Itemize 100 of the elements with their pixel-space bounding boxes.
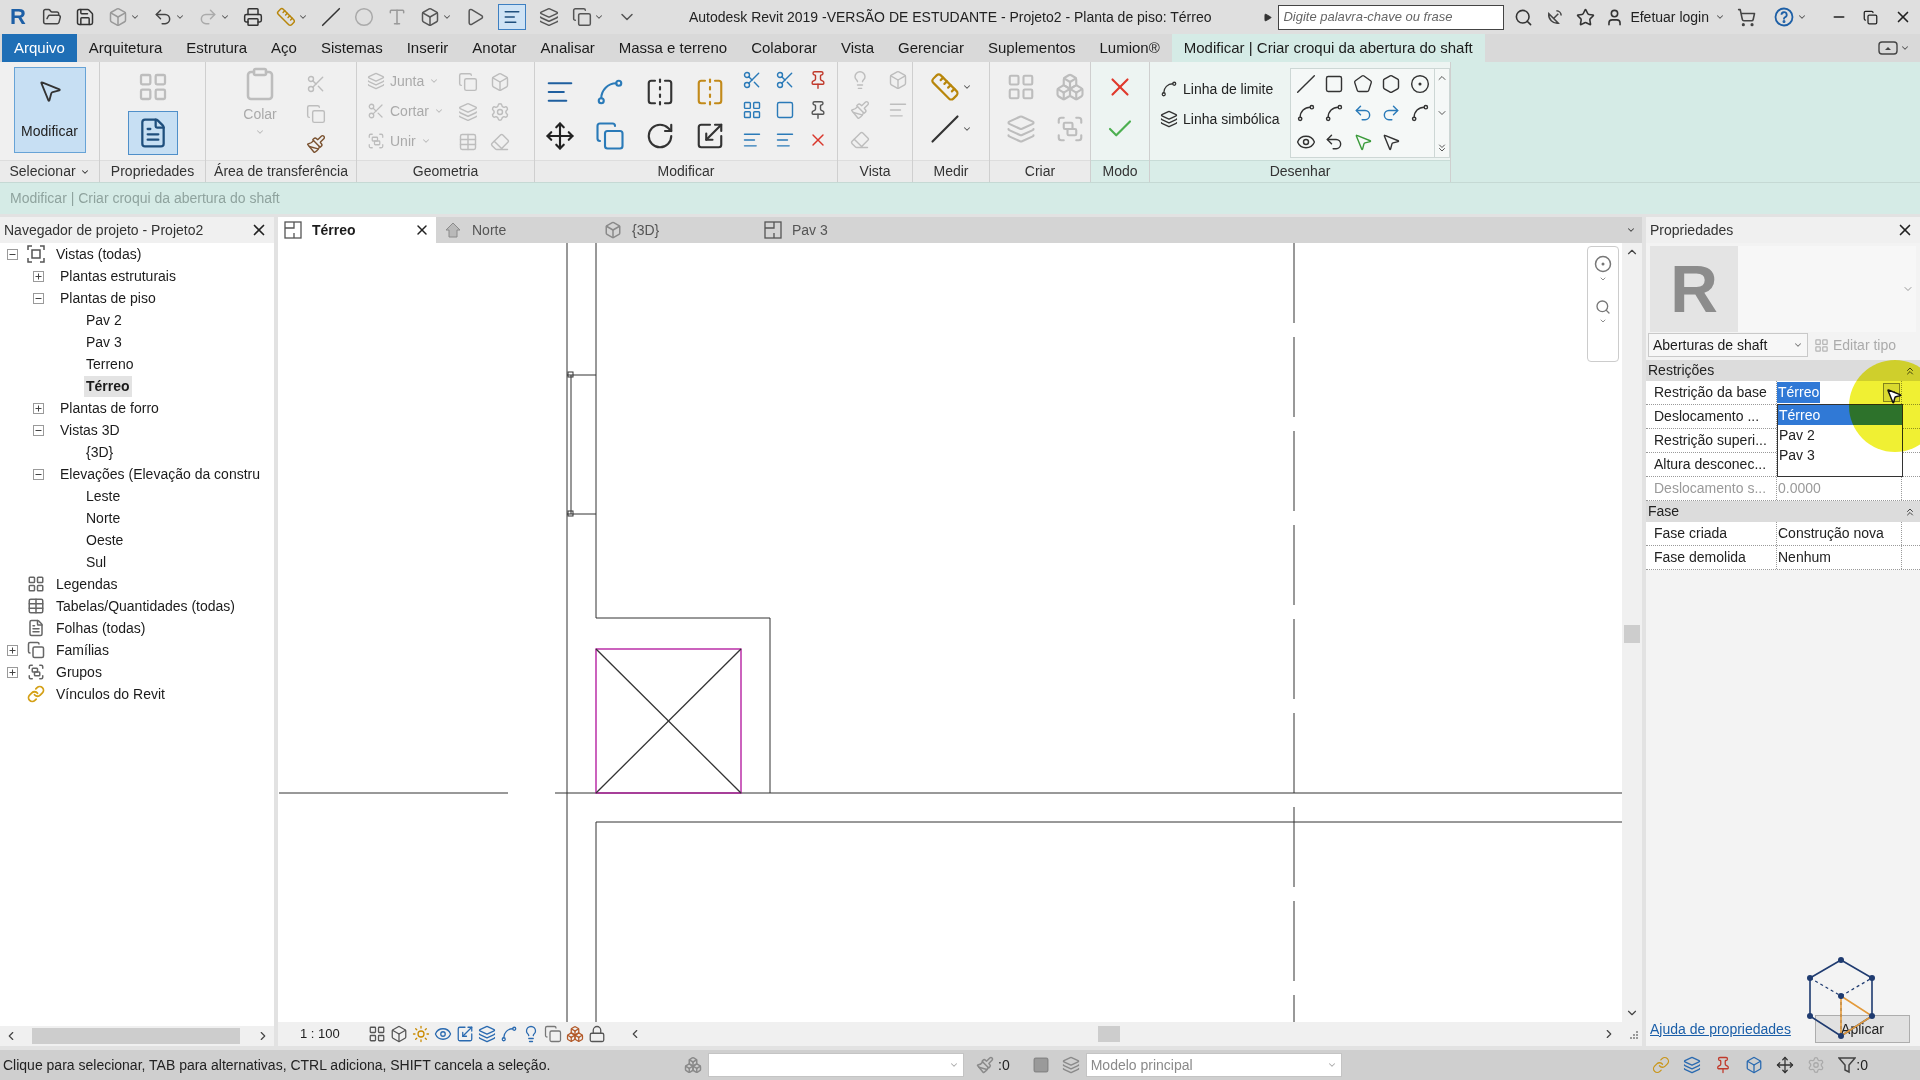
tree-item[interactable]: Grupos [54, 661, 104, 683]
star-icon[interactable] [1576, 7, 1596, 27]
dropdown-option[interactable]: Pav 3 [1778, 445, 1816, 465]
ribbon-tab[interactable]: Aço [259, 34, 309, 62]
rectangle-icon[interactable] [1324, 74, 1345, 94]
funnel-icon[interactable] [1838, 1056, 1857, 1074]
minus-box-icon[interactable] [32, 292, 44, 304]
printer-icon[interactable] [242, 7, 263, 27]
tree-item[interactable]: Vistas (todas) [54, 243, 144, 265]
ribbon-button[interactable]: Linha simbólica [1158, 106, 1282, 132]
resize-grip-icon[interactable] [1628, 1029, 1638, 1039]
layers-icon[interactable] [538, 7, 559, 27]
ribbon-tab[interactable]: Sistemas [308, 34, 395, 62]
circle-dot-icon[interactable] [1594, 255, 1612, 273]
cart-icon[interactable] [1737, 7, 1756, 27]
square-icon[interactable] [1031, 1056, 1050, 1074]
ribbon-button[interactable]: Linha de limite [1158, 76, 1282, 102]
tree-item[interactable]: Legendas [54, 573, 120, 595]
dish-icon[interactable] [1545, 7, 1565, 27]
property-value[interactable]: Construção nova [1777, 523, 1885, 544]
spline-icon[interactable] [1410, 103, 1431, 123]
ribbon-button[interactable] [127, 111, 178, 155]
move-arrows-icon[interactable] [545, 121, 575, 151]
tree-item[interactable]: Terreno [84, 353, 136, 375]
app-logo[interactable]: R [10, 6, 26, 28]
navigation-bar[interactable] [1587, 246, 1619, 362]
tree-item[interactable]: Sul [84, 551, 109, 573]
tree-item[interactable]: Vistas 3D [58, 419, 122, 441]
ribbon-tab[interactable]: Vista [829, 34, 887, 62]
line-icon[interactable] [930, 114, 960, 144]
tree-item[interactable]: Tabelas/Quantidades (todas) [54, 595, 237, 617]
view-tab[interactable]: Térreo [278, 217, 436, 243]
cube-icon[interactable] [1745, 1056, 1764, 1074]
ribbon-tab[interactable]: Anotar [460, 34, 529, 62]
spline-icon[interactable] [1324, 103, 1345, 123]
dropdown-option[interactable]: Pav 2 [1778, 425, 1816, 445]
help-icon[interactable] [1774, 7, 1794, 27]
tree-item[interactable]: Pav 2 [84, 309, 124, 331]
cubes-icon[interactable] [566, 1025, 584, 1043]
spline-icon[interactable] [1295, 103, 1316, 123]
scrollbar-thumb[interactable] [1624, 625, 1640, 643]
ribbon-tab[interactable]: Modificar | Criar croqui da abertura do shaft [1171, 34, 1485, 62]
paintbrush-icon[interactable] [306, 134, 326, 154]
ribbon-tab[interactable]: Suplementos [975, 34, 1088, 62]
grid-icon[interactable] [742, 100, 762, 120]
scissors-icon[interactable] [775, 70, 795, 90]
property-value[interactable]: Térreo [1777, 382, 1821, 403]
lock-icon[interactable] [588, 1025, 606, 1043]
ribbon-tab[interactable]: Estrutura [174, 34, 260, 62]
tree-item[interactable]: {3D} [84, 441, 116, 463]
scaling-icon[interactable] [456, 1025, 474, 1043]
scaling-icon[interactable] [695, 121, 725, 151]
shaft-sketch[interactable] [595, 648, 742, 794]
panel-toggle-icon[interactable] [1878, 41, 1898, 55]
cube-icon[interactable] [419, 7, 440, 27]
grid-icon[interactable] [368, 1025, 386, 1043]
scale-label[interactable]: 1 : 100 [300, 1024, 364, 1044]
tree-item[interactable]: Oeste [84, 529, 126, 551]
restore-icon[interactable] [1863, 9, 1878, 25]
plus-box-icon[interactable] [6, 644, 18, 656]
tree-item[interactable]: Plantas de forro [58, 397, 161, 419]
login-link[interactable]: Efetuar login [1630, 6, 1709, 28]
align-left-icon[interactable] [775, 130, 795, 150]
layers-icon[interactable] [1160, 110, 1178, 128]
cube-icon[interactable] [390, 1025, 408, 1043]
ribbon-tab[interactable]: Gerenciar [886, 34, 976, 62]
mouse-pointer-icon[interactable] [1381, 132, 1402, 152]
folder-icon[interactable] [41, 7, 62, 27]
line-icon[interactable] [1295, 74, 1316, 94]
zoom-icon[interactable] [1595, 299, 1611, 315]
property-value[interactable]: Nenhum [1777, 547, 1832, 568]
copy-icon[interactable] [595, 121, 625, 151]
pentagon-icon[interactable] [1352, 74, 1373, 94]
tree-item[interactable]: Pav 3 [84, 331, 124, 353]
tree-item[interactable]: Plantas de piso [58, 287, 158, 309]
tree-item[interactable]: Folhas (todas) [54, 617, 148, 639]
tree-item[interactable]: Vínculos do Revit [54, 683, 167, 705]
copy-icon[interactable] [544, 1025, 562, 1043]
ribbon-tab[interactable]: Massa e terreno [606, 34, 740, 62]
save-icon[interactable] [74, 7, 95, 27]
close-icon[interactable] [414, 222, 430, 238]
minus-box-icon[interactable] [32, 424, 44, 436]
ribbon-tab[interactable]: Lumion® [1087, 34, 1172, 62]
square-icon[interactable] [775, 100, 795, 120]
layers-icon[interactable] [478, 1025, 496, 1043]
tree-item[interactable]: Norte [84, 507, 123, 529]
plus-box-icon[interactable] [32, 402, 44, 414]
ribbon-tab[interactable]: Inserir [394, 34, 461, 62]
ribbon-tab[interactable]: Colaborar [739, 34, 829, 62]
rotate-arrow-icon[interactable] [645, 121, 675, 151]
cubes-icon[interactable] [684, 1056, 702, 1074]
circle-dot-icon[interactable] [1410, 74, 1431, 94]
hexagon-icon[interactable] [1381, 74, 1402, 94]
type-dropdown[interactable]: Aberturas de shaft [1648, 333, 1808, 357]
plus-box-icon[interactable] [6, 666, 18, 678]
plus-box-icon[interactable] [32, 270, 44, 282]
ruler-icon[interactable] [930, 72, 960, 102]
align-left-icon[interactable] [742, 130, 762, 150]
ruler-icon[interactable] [275, 7, 296, 27]
scissors-icon[interactable] [742, 70, 762, 90]
